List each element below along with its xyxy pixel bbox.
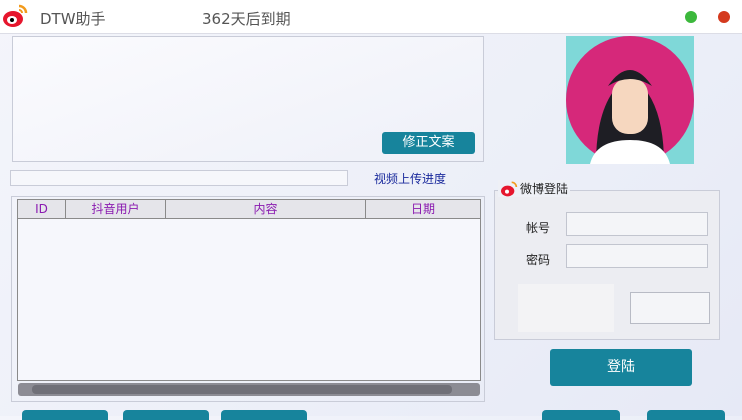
- column-header-content[interactable]: 内容: [166, 200, 366, 218]
- close-button[interactable]: [718, 11, 730, 23]
- captcha-image[interactable]: [518, 284, 614, 332]
- column-header-user[interactable]: 抖音用户: [66, 200, 166, 218]
- scrollbar-thumb[interactable]: [32, 385, 452, 394]
- column-header-date[interactable]: 日期: [366, 200, 480, 218]
- bottom-button-4[interactable]: [542, 410, 620, 420]
- account-input[interactable]: [566, 212, 708, 236]
- title-bar: DTW助手 362天后到期: [0, 0, 742, 34]
- user-avatar-icon: [566, 36, 694, 164]
- records-table[interactable]: ID 抖音用户 内容 日期: [17, 199, 481, 381]
- password-label: 密码: [526, 253, 551, 267]
- fix-caption-button[interactable]: 修正文案: [382, 132, 475, 154]
- bottom-button-1[interactable]: [22, 410, 108, 420]
- login-title-text: 微博登陆: [520, 182, 569, 196]
- bottom-button-3[interactable]: [221, 410, 307, 420]
- bottom-button-2[interactable]: [123, 410, 209, 420]
- account-label: 帐号: [526, 221, 551, 235]
- password-input[interactable]: [566, 244, 708, 268]
- upload-progress-label: 视频上传进度: [374, 172, 447, 186]
- weibo-icon: [501, 181, 518, 196]
- captcha-input[interactable]: [630, 292, 710, 324]
- column-header-id[interactable]: ID: [18, 200, 66, 218]
- expiry-text: 362天后到期: [202, 10, 291, 28]
- weibo-logo-icon: [3, 4, 28, 27]
- app-title: DTW助手: [40, 10, 106, 28]
- avatar: [566, 36, 694, 164]
- upload-progress-bar: [10, 170, 348, 186]
- login-button[interactable]: 登陆: [550, 349, 692, 386]
- table-header: ID 抖音用户 内容 日期: [18, 200, 480, 219]
- minimize-button[interactable]: [685, 11, 697, 23]
- bottom-button-5[interactable]: [647, 410, 725, 420]
- horizontal-scrollbar[interactable]: [18, 383, 480, 396]
- login-panel-title: 微博登陆: [498, 180, 571, 197]
